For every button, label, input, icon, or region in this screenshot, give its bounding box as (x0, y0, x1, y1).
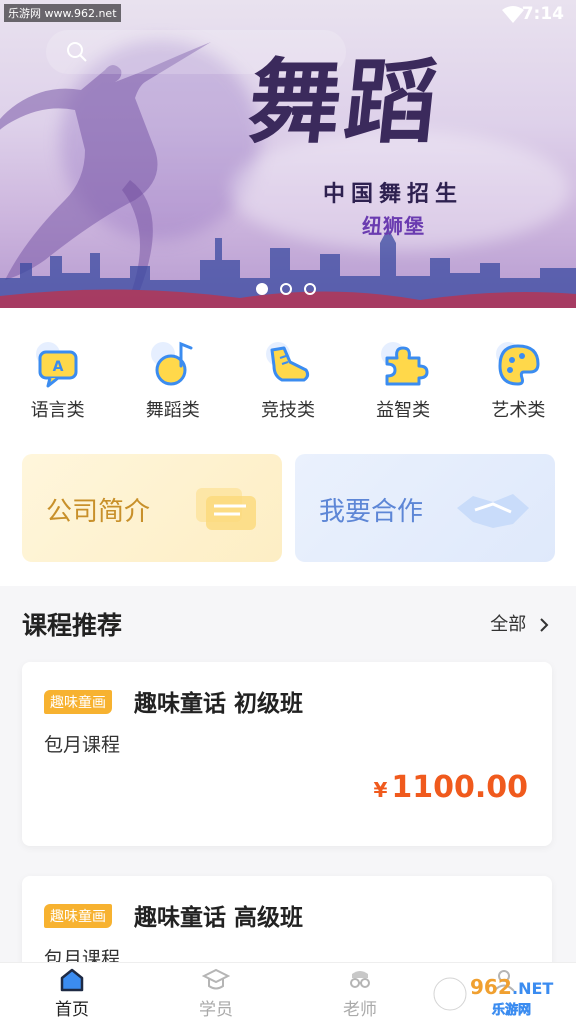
sneaker-icon (260, 336, 316, 392)
wifi-icon (502, 6, 524, 23)
banner-brand: 纽狮堡 (362, 214, 425, 238)
banner-carousel[interactable]: 乐游网 www.962.net 7:14 舞蹈 中国舞招生 纽狮堡 (0, 0, 576, 308)
nav-teachers[interactable]: 老师 (288, 963, 432, 1024)
cooperate-card[interactable]: 我要合作 (295, 454, 555, 562)
svg-text:.NET: .NET (512, 979, 553, 998)
nav-home[interactable]: 首页 (0, 963, 144, 1024)
course-name: 趣味童话 初级班 (134, 691, 304, 717)
cooperate-label: 我要合作 (319, 497, 424, 527)
handshake-icon (457, 494, 529, 528)
carousel-dot[interactable] (304, 283, 316, 295)
site-badge: 乐游网 www.962.net (4, 4, 121, 22)
category-language[interactable]: A 语言类 (8, 336, 108, 436)
palette-icon (490, 336, 546, 392)
teacher-icon (350, 971, 370, 988)
price-currency: ¥ (373, 778, 388, 802)
carousel-dot[interactable] (280, 283, 292, 295)
banner-subtitle: 中国舞招生 (323, 182, 464, 207)
category-grid: A 语言类 舞蹈类 竞技类 益智类 艺术类 (0, 308, 576, 436)
course-section: 课程推荐 全部 趣味童画 趣味童话 初级班 包月课程 ¥1100.00 趣味童画… (0, 586, 576, 996)
chat-bubble-icon (196, 488, 256, 530)
chevron-right-icon (540, 618, 549, 632)
section-title: 课程推荐 (22, 611, 123, 640)
category-label: 艺术类 (491, 400, 546, 421)
search-icon (67, 42, 87, 62)
view-all-label: 全部 (490, 614, 527, 635)
svg-text:A: A (52, 359, 63, 375)
puzzle-icon (375, 336, 431, 392)
category-art[interactable]: 艺术类 (468, 336, 568, 436)
nav-label: 老师 (343, 1000, 377, 1020)
category-label: 语言类 (30, 400, 85, 421)
nav-students[interactable]: 学员 (144, 963, 288, 1024)
carousel-indicator (256, 283, 316, 295)
nav-label: 学员 (199, 1000, 233, 1020)
course-card[interactable]: 趣味童画 趣味童话 初级班 包月课程 ¥1100.00 (22, 662, 552, 846)
category-label: 益智类 (376, 400, 431, 421)
status-time: 7:14 (521, 4, 564, 24)
category-puzzle[interactable]: 益智类 (353, 336, 453, 436)
watermark-logo: 962 .NET 乐游网 (433, 975, 553, 1018)
info-cards: 公司简介 我要合作 (0, 436, 576, 586)
course-tag: 趣味童画 (44, 690, 112, 714)
status-bar: 乐游网 www.962.net 7:14 (0, 0, 576, 30)
home-icon (60, 968, 84, 992)
svg-text:962: 962 (470, 975, 512, 999)
category-sports[interactable]: 竞技类 (238, 336, 338, 436)
course-tag: 趣味童画 (44, 904, 112, 928)
course-price: ¥1100.00 (373, 770, 528, 805)
category-label: 舞蹈类 (145, 400, 200, 421)
dance-note-icon (145, 336, 201, 392)
view-all-link[interactable]: 全部 (490, 610, 550, 636)
graduation-cap-icon (202, 968, 230, 990)
category-dance[interactable]: 舞蹈类 (123, 336, 223, 436)
price-value: 1100.00 (391, 770, 528, 805)
course-name: 趣味童话 高级班 (134, 905, 304, 931)
carousel-dot[interactable] (256, 283, 268, 295)
company-intro-label: 公司简介 (46, 497, 151, 527)
category-label: 竞技类 (260, 400, 315, 421)
course-subtitle: 包月课程 (44, 734, 121, 756)
banner-title: 舞蹈 (243, 48, 447, 156)
company-intro-card[interactable]: 公司简介 (22, 454, 282, 562)
svg-text:乐游网: 乐游网 (492, 1002, 531, 1018)
nav-label: 首页 (55, 1000, 89, 1020)
language-icon: A (30, 336, 86, 392)
